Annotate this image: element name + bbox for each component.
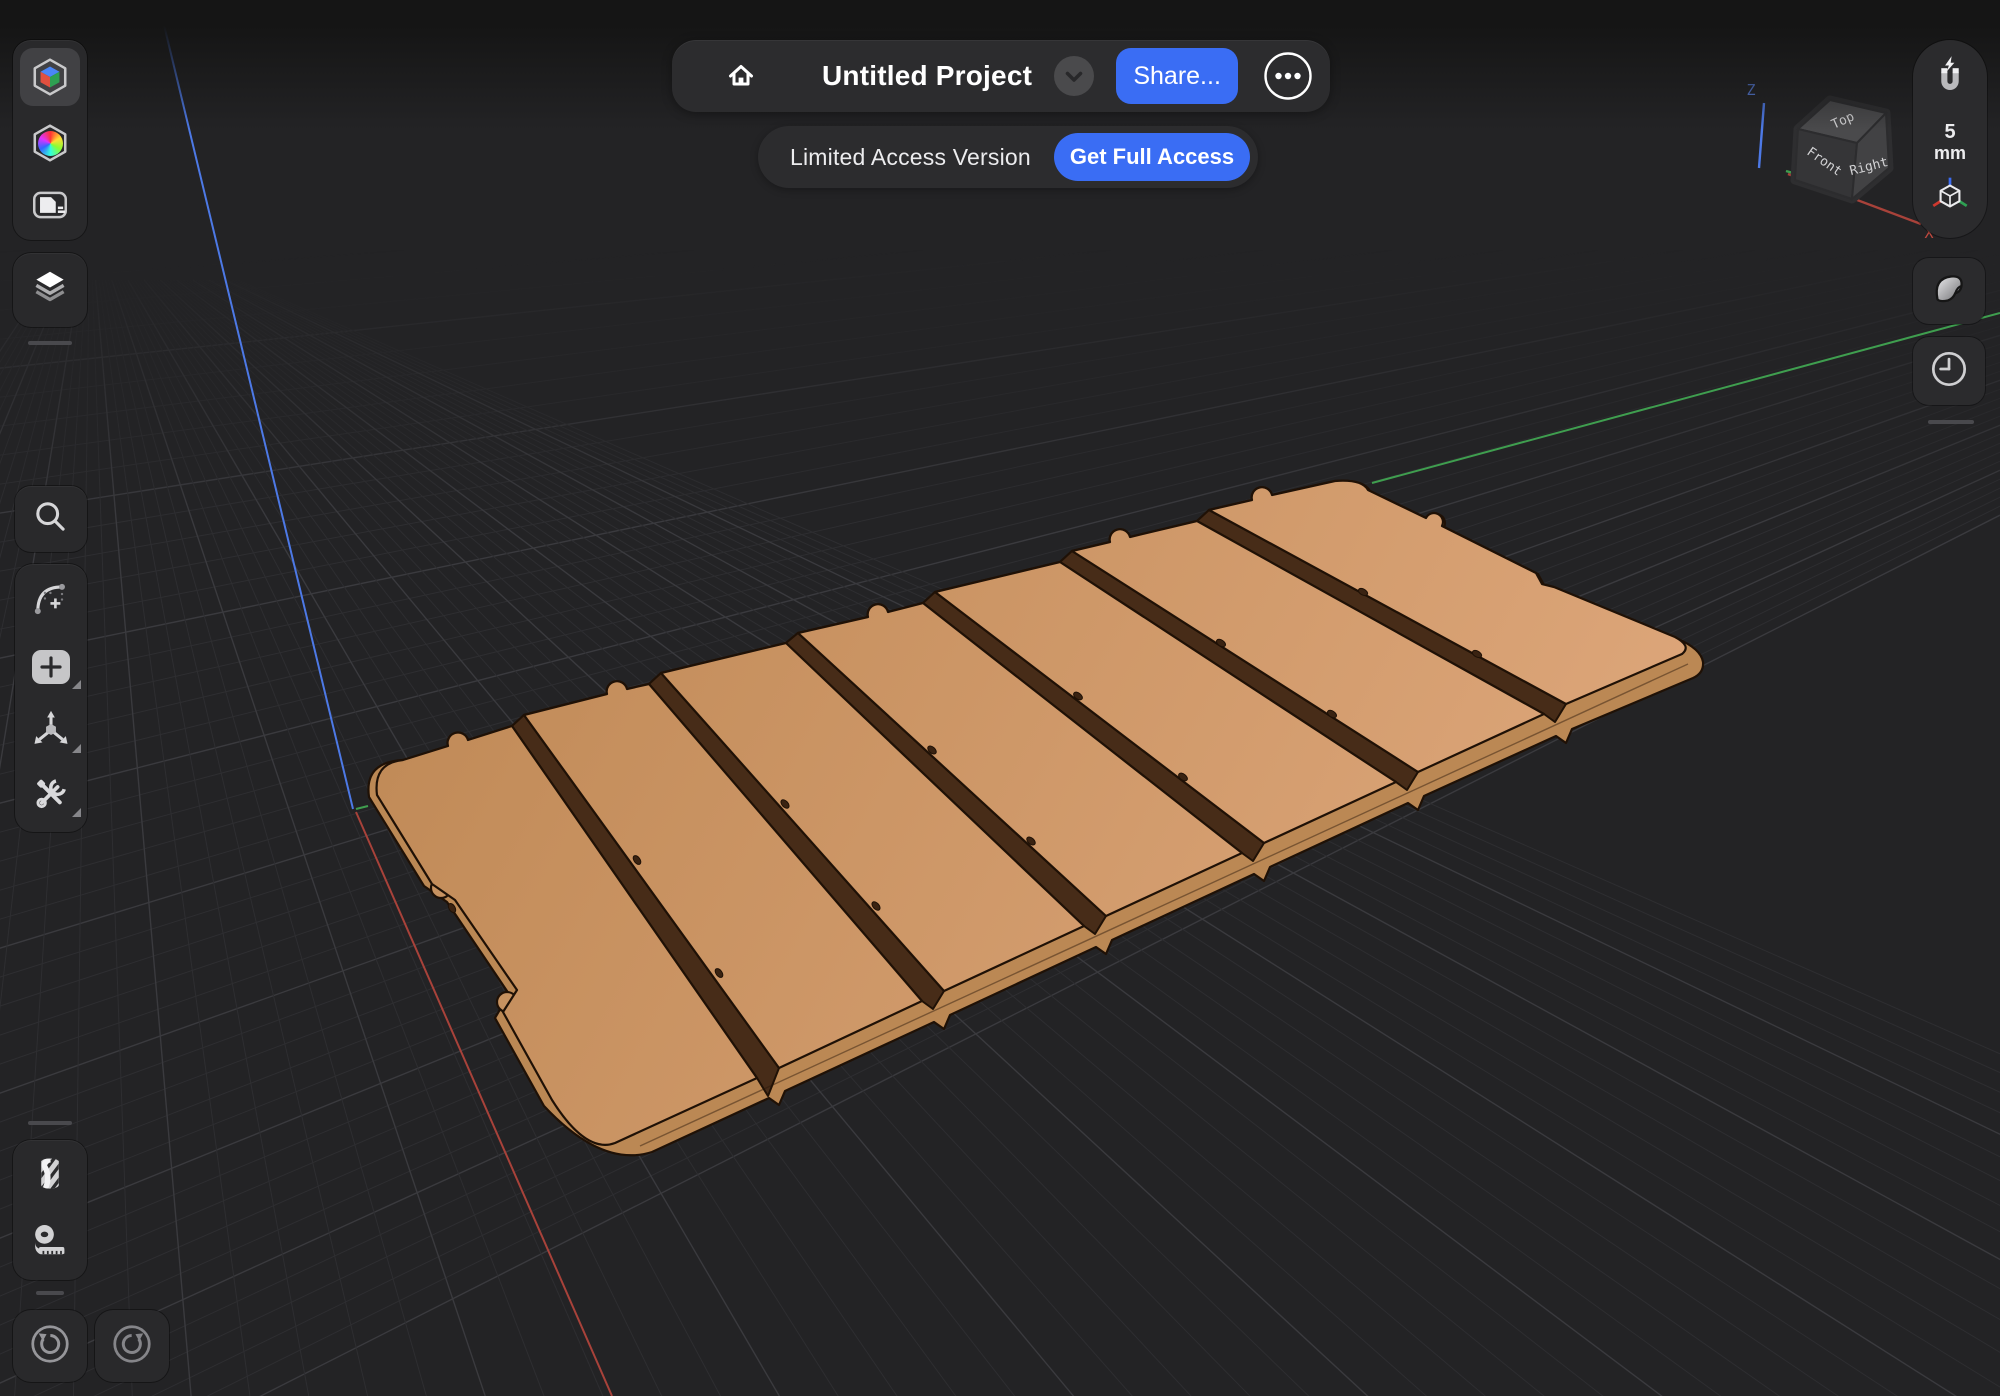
measure-tool-button[interactable]: [13, 1210, 87, 1276]
license-banner: Limited Access Version Get Full Access: [758, 126, 1258, 188]
color-wheel-icon: [29, 122, 71, 164]
share-button[interactable]: Share...: [1116, 48, 1238, 104]
tools-menu-button[interactable]: [15, 764, 87, 826]
modeling-tool-button[interactable]: [13, 46, 87, 108]
toolbar-divider: [28, 1121, 72, 1125]
display-mode-button[interactable]: [1913, 258, 1985, 324]
toolbar-divider: [28, 341, 72, 345]
transform-tool-button[interactable]: [15, 700, 87, 762]
toolbar-divider: [36, 1291, 64, 1295]
orientation-axes-icon[interactable]: [1927, 175, 1973, 224]
wrench-screwdriver-icon: [29, 771, 73, 820]
drawing-sheet-icon: [28, 184, 72, 231]
visualization-tool-button[interactable]: [13, 112, 87, 174]
license-banner-label: Limited Access Version: [790, 144, 1031, 171]
home-icon[interactable]: [720, 56, 762, 96]
measure-tape-icon: [28, 1219, 72, 1268]
modeling-tools-toolbar: [15, 564, 87, 832]
app-window: { "topbar": { "title": "Untitled Project…: [0, 0, 2000, 1396]
section-tool-button[interactable]: [13, 1144, 87, 1210]
search-icon: [29, 495, 73, 544]
arc-sketch-icon: [29, 577, 73, 626]
move-arrows-icon: [29, 707, 73, 756]
chevron-down-icon[interactable]: [1054, 56, 1094, 96]
history-clock-icon: [1926, 346, 1972, 397]
submenu-indicator: [72, 680, 81, 689]
undo-arrow-icon: [27, 1321, 73, 1372]
undo-button[interactable]: [13, 1310, 87, 1382]
model-slatted-panel[interactable]: [368, 481, 1703, 1156]
submenu-indicator: [72, 744, 81, 753]
view-cube[interactable]: TopFrontRightZX: [1746, 81, 1933, 242]
items-panel-button[interactable]: [13, 253, 87, 327]
magnet-snap-icon[interactable]: [1928, 54, 1972, 107]
snap-unit: mm: [1934, 143, 1966, 163]
snap-settings-pill[interactable]: 5 mm: [1913, 40, 1987, 238]
drawing-tool-button[interactable]: [13, 176, 87, 238]
section-hatch-icon: [28, 1153, 72, 1202]
toolbar-divider: [1928, 420, 1974, 424]
redo-arrow-icon: [109, 1321, 155, 1372]
ellipsis-icon[interactable]: [1262, 50, 1314, 102]
plus-icon: [32, 650, 70, 684]
items-panel-toolbar: [13, 253, 87, 327]
main-mode-toolbar: [13, 40, 87, 240]
add-tool-button[interactable]: [15, 636, 87, 698]
project-titlebar: Untitled Project Share...: [672, 40, 1330, 112]
redo-button[interactable]: [95, 1310, 169, 1382]
submenu-indicator: [72, 808, 81, 817]
search-button[interactable]: [15, 486, 87, 552]
shaded-solid-icon: [1926, 266, 1972, 317]
get-full-access-button[interactable]: Get Full Access: [1054, 133, 1250, 181]
utility-toolbar: [13, 1140, 87, 1280]
history-button[interactable]: [1913, 337, 1985, 405]
layers-icon: [28, 267, 72, 314]
sketch-tool-button[interactable]: [15, 570, 87, 632]
search-toolbar: [15, 486, 87, 552]
modeling-cube-icon: [20, 48, 80, 106]
snap-value: 5: [1944, 121, 1955, 143]
axis-z-label: Z: [1746, 81, 1755, 99]
viewport-3d[interactable]: TopFrontRightZX: [0, 0, 2000, 1396]
project-title[interactable]: Untitled Project: [822, 60, 1032, 92]
